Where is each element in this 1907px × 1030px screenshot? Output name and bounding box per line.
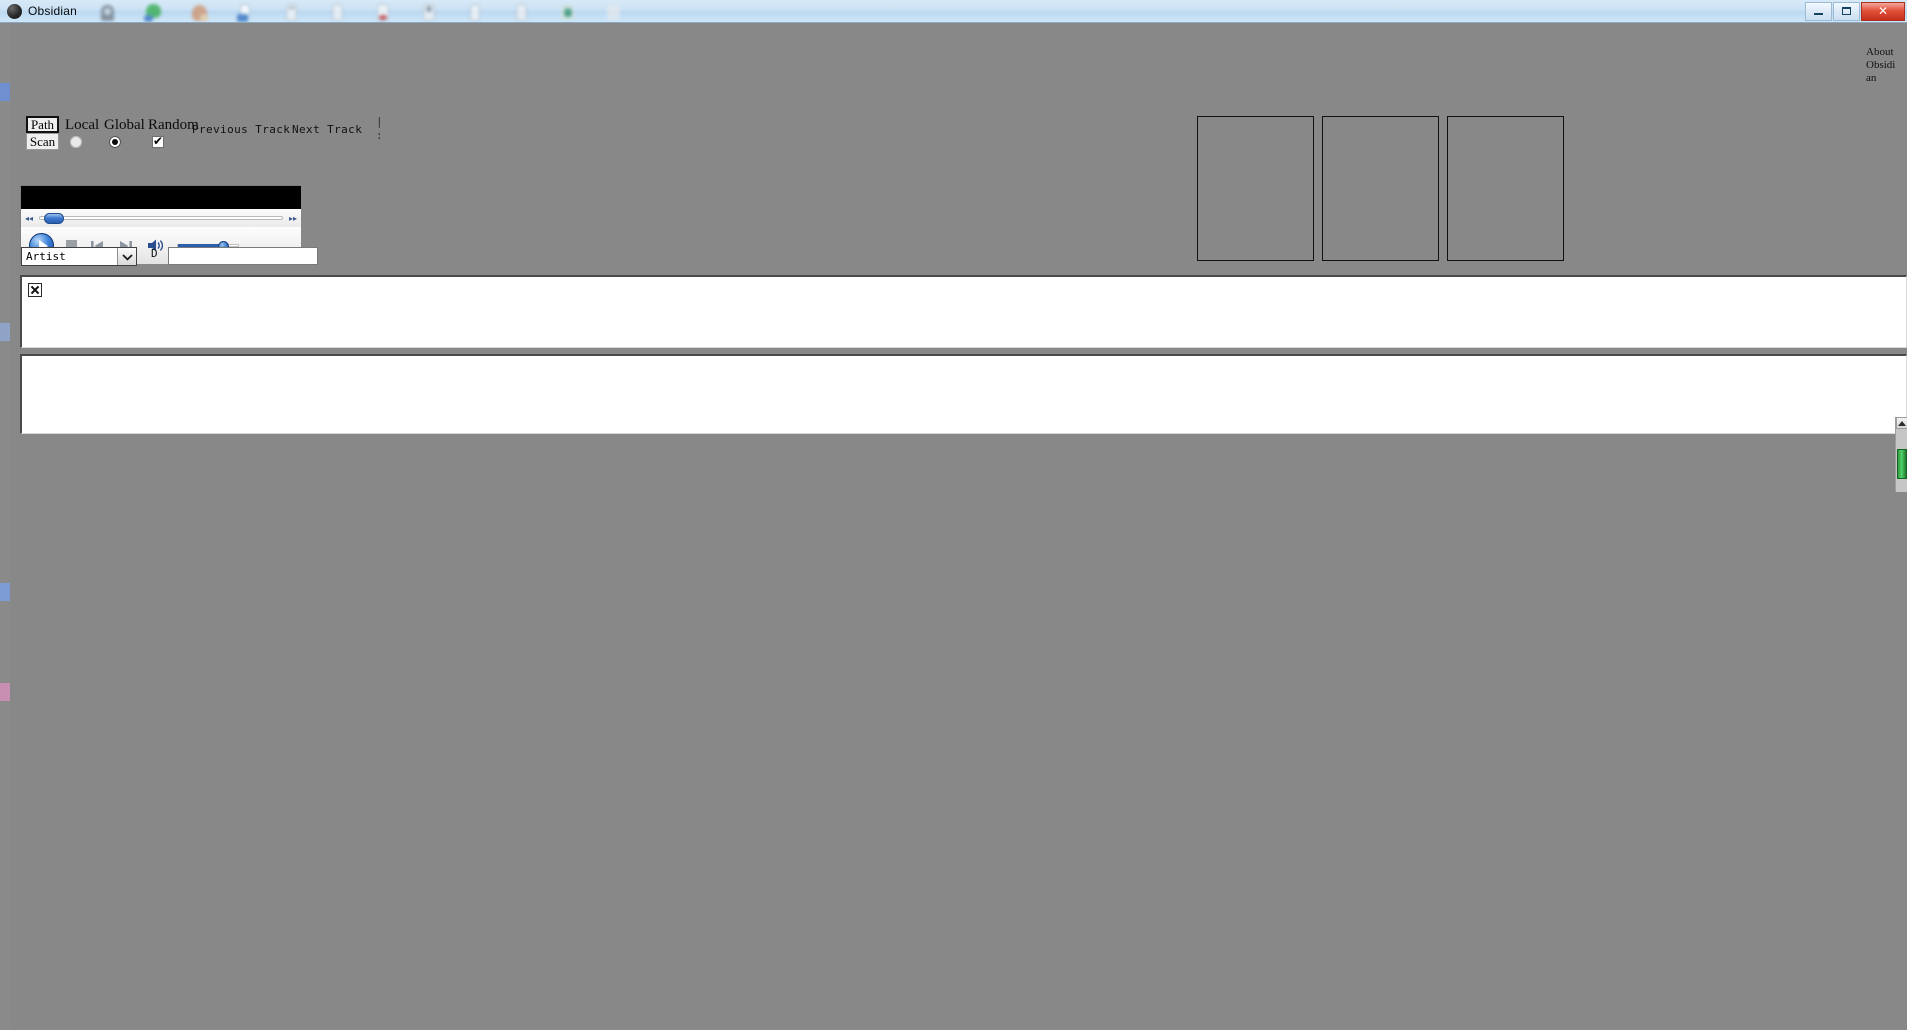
minimize-button[interactable]: [1805, 1, 1832, 21]
maximize-button[interactable]: [1833, 1, 1860, 21]
window-titlebar[interactable]: Obsidian ✕: [0, 0, 1907, 23]
field-select-value: Artist: [26, 250, 66, 263]
close-button[interactable]: ✕: [1861, 1, 1905, 21]
field-select[interactable]: Artist: [21, 247, 137, 266]
desktop-edge-strip: [0, 23, 10, 1030]
scroll-up-button[interactable]: [1896, 417, 1907, 429]
status-marker: |:: [376, 115, 383, 142]
scrollbar-thumb[interactable]: [1897, 449, 1907, 479]
radio-global-scope[interactable]: [109, 136, 121, 148]
close-icon: ✕: [1877, 4, 1889, 18]
seek-bar-row[interactable]: ◂◂ ▸▸: [21, 209, 301, 227]
edge-chip-4: [0, 683, 10, 701]
taskbar-icon-4[interactable]: [233, 3, 259, 23]
edge-chip-3: [0, 583, 10, 601]
label-global: Global: [104, 117, 145, 133]
scan-button[interactable]: Scan: [26, 133, 59, 150]
radio-local-scope[interactable]: [70, 136, 82, 148]
taskbar-icon-10[interactable]: [509, 3, 535, 23]
rewind-icon[interactable]: ◂◂: [21, 214, 37, 223]
label-d: D: [151, 247, 158, 260]
taskbar-icon-9[interactable]: [463, 3, 489, 23]
taskbar-icon-11[interactable]: [555, 3, 581, 23]
taskbar-icon-2[interactable]: [141, 3, 167, 23]
path-button[interactable]: Path: [26, 116, 59, 133]
album-art-slot-3[interactable]: [1447, 116, 1564, 261]
taskbar-icon-3[interactable]: [187, 3, 213, 23]
taskbar-icon-8[interactable]: [417, 3, 443, 23]
results-pane[interactable]: [20, 275, 1907, 348]
previous-track-button[interactable]: Previous Track: [192, 123, 290, 136]
window-title: Obsidian: [28, 4, 77, 18]
edge-chip-1: [0, 83, 10, 101]
next-track-button[interactable]: Next Track: [292, 123, 362, 136]
taskbar-icon-1[interactable]: [95, 3, 121, 23]
taskbar-icon-strip: [95, 0, 1907, 23]
video-display-area: [21, 186, 301, 209]
taskbar-icon-6[interactable]: [325, 3, 351, 23]
about-obsidian-link[interactable]: About Obsidian: [1866, 46, 1900, 85]
chevron-down-icon[interactable]: [117, 248, 136, 265]
broken-image-icon: [28, 283, 42, 297]
checkbox-random[interactable]: [152, 134, 164, 148]
album-art-slot-1[interactable]: [1197, 116, 1314, 261]
label-local: Local: [65, 117, 100, 133]
album-art-slot-2[interactable]: [1322, 116, 1439, 261]
application-body: About Obsidian Path Scan Local Global Ra…: [0, 23, 1907, 1030]
taskbar-icon-12[interactable]: [601, 3, 627, 23]
obsidian-orb-icon: [7, 3, 22, 19]
fast-forward-icon[interactable]: ▸▸: [285, 214, 301, 223]
edge-chip-2: [0, 323, 10, 341]
taskbar-icon-7[interactable]: [371, 3, 397, 23]
playlist-pane[interactable]: [20, 354, 1907, 434]
vertical-scrollbar[interactable]: [1895, 417, 1907, 492]
search-input[interactable]: [168, 247, 318, 265]
taskbar-icon-5[interactable]: [279, 3, 305, 23]
window-controls: ✕: [1804, 1, 1905, 21]
seek-slider-thumb[interactable]: [44, 213, 65, 224]
seek-slider-track[interactable]: [39, 213, 283, 224]
